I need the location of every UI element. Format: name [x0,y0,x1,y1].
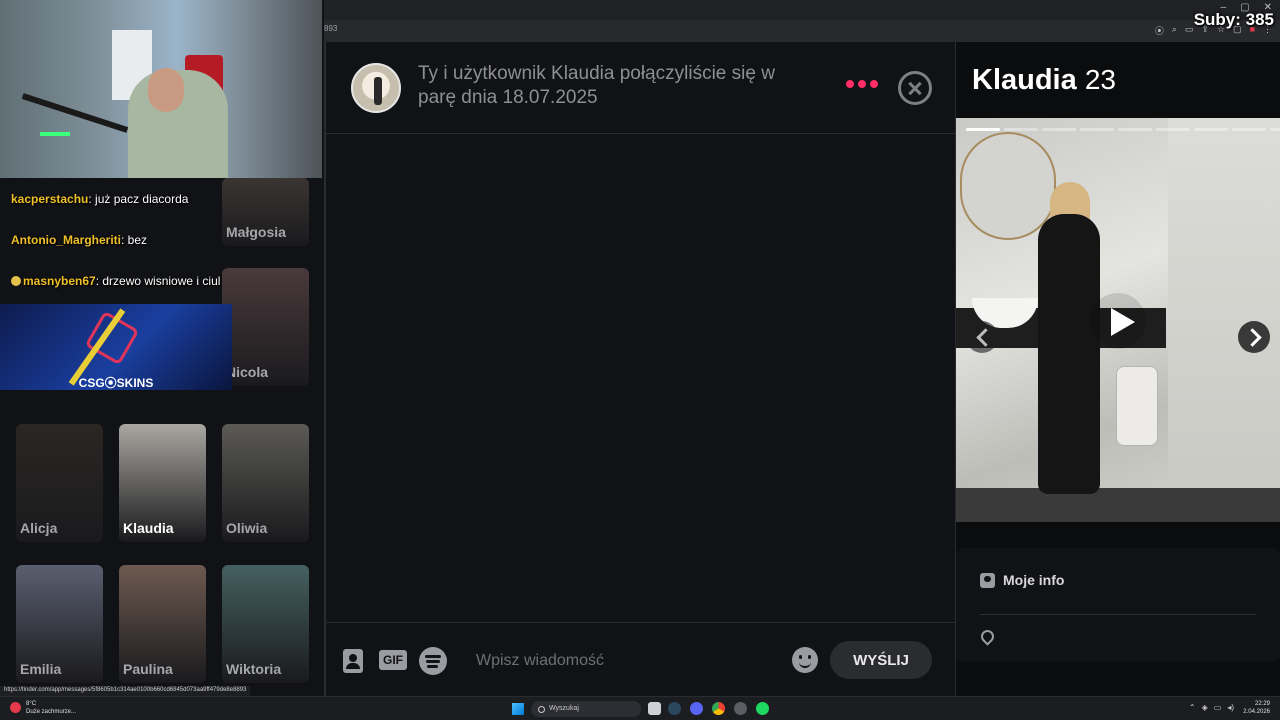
photo-progress-segment[interactable] [1042,128,1076,131]
match-card-name: Paulina [123,661,173,677]
match-card-name: Emilia [20,661,62,677]
photo-progress-segment[interactable] [1118,128,1152,131]
zoom-icon[interactable]: ⌕ [1172,24,1177,37]
message-input[interactable] [476,641,776,681]
app-icon[interactable] [734,702,747,715]
info-section-title: Moje info [1003,572,1065,588]
weather-desc: Duże zachmurze... [26,709,77,715]
sponsor-logo: CSG⦿SKINS [78,376,154,390]
weather-widget[interactable]: 8°C Duże zachmurze... [10,700,76,716]
send-button[interactable]: WYŚLIJ [830,641,932,679]
subscriber-counter: Suby: 385 [1193,10,1274,29]
photo-progress-segment[interactable] [1270,128,1280,131]
stream-chat-text: : drzewo wisniowe i ciul [95,274,221,288]
location-icon[interactable]: ⦿ [1155,24,1164,37]
weather-temp: 8°C [26,701,37,707]
emoji-icon[interactable] [792,647,818,673]
windows-taskbar: 8°C Duże zachmurze... Wyszukaj ⌃ ◈ ▭ ◂) … [0,696,1280,720]
match-info-text: Ty i użytkownik Klaudia połączyliście si… [418,63,775,108]
profile-name: Klaudia [972,64,1077,96]
match-card[interactable]: Klaudia [119,424,206,542]
spotify-icon[interactable] [419,647,447,675]
profile-photo[interactable] [956,118,1280,522]
steam-icon[interactable] [668,702,681,715]
stream-chat-username: kacperstachu [11,192,89,206]
weather-icon [10,702,21,713]
match-card-name: Alicja [20,520,58,536]
stream-chat-message: masnyben67: drzewo wisniowe i ciul [11,274,220,288]
message-composer: GIF WYŚLIJ [326,622,956,696]
profile-header: Klaudia 23 [972,64,1116,97]
sponsor-banner: CSG⦿SKINS [0,304,232,390]
stream-chat-text: : bez [121,233,148,247]
more-options-icon[interactable] [846,80,878,88]
match-card-name: Oliwia [226,520,268,536]
profile-info-card: Moje info [956,548,1280,662]
info-section-header: Moje info [980,572,1064,588]
match-card[interactable]: Małgosia [222,178,309,246]
clock-date: 2.04.2026 [1243,709,1270,715]
address-bar[interactable] [322,20,1280,42]
match-card[interactable]: Paulina [119,565,206,683]
taskbar-search[interactable]: Wyszukaj [531,701,641,717]
tray-chevron-icon[interactable]: ⌃ [1189,703,1196,712]
status-bar-url: https://tinder.com/app/messages/5f8605b1… [0,686,251,696]
match-card-name: Małgosia [226,224,286,240]
address-url[interactable]: 893 [324,24,337,33]
system-tray: ⌃ ◈ ▭ ◂) [1189,703,1234,712]
profile-age: 23 [1084,64,1116,95]
match-card[interactable]: Alicja [16,424,103,542]
photo-progress-segment[interactable] [1080,128,1114,131]
match-card-name: Nicola [226,364,269,380]
clock-time: 22:29 [1254,701,1270,707]
match-card[interactable]: Oliwia [222,424,309,542]
chat-badge-icon [11,276,21,286]
match-card[interactable]: Nicola [222,268,309,386]
cast-icon[interactable]: ▭ [1185,24,1194,37]
webcam-overlay [0,0,322,178]
match-card-name: Klaudia [123,520,174,536]
chrome-icon[interactable] [712,702,725,715]
matches-sidebar: Małgosia Nicola Alicja Klaudia Oliwia Emilia P… [0,0,324,696]
network-icon[interactable]: ▭ [1214,703,1222,712]
contact-card-icon[interactable] [343,649,363,673]
tray-app-icon[interactable]: ◈ [1202,703,1208,712]
task-view-icon[interactable] [648,702,661,715]
stream-chat-message: kacperstachu: już pacz diacorda [11,192,188,206]
profile-panel: Klaudia 23 Moje info [956,42,1280,696]
divider [980,614,1256,615]
match-card[interactable]: Emilia [16,565,103,683]
close-chat-icon[interactable] [898,71,932,105]
photo-progress-segment[interactable] [1004,128,1038,131]
profile-info-icon [980,572,995,588]
gif-icon[interactable]: GIF [379,650,407,670]
match-card-name: Wiktoria [226,661,282,677]
windows-start-icon[interactable] [512,703,524,715]
play-video-icon[interactable] [1090,293,1146,349]
photo-progress-segment[interactable] [1194,128,1228,131]
browser-toolbar: 893 ⦿ ⌕ ▭ ⇪ ☆ ▢ ■ ⋮ [322,0,1280,42]
volume-icon[interactable]: ◂) [1227,703,1234,712]
stream-chat-username: Antonio_Margheriti [11,233,121,247]
previous-photo-icon[interactable] [966,321,998,353]
discord-icon[interactable] [690,702,703,715]
stream-chat-text: : już pacz diacorda [88,192,189,206]
photo-progress-segment[interactable] [1232,128,1266,131]
next-photo-icon[interactable] [1238,321,1270,353]
match-card[interactable]: Wiktoria [222,565,309,683]
photo-progress-segment[interactable] [1156,128,1190,131]
photo-progress-segment[interactable] [966,128,1000,131]
stream-chat-username: masnyben67 [23,274,96,288]
stream-chat-message: Antonio_Margheriti: bez [11,233,147,247]
location-pin-icon [978,627,997,646]
match-avatar[interactable] [351,63,401,113]
taskbar-clock[interactable]: 22:29 2.04.2026 [1243,700,1270,716]
chat-header: Ty i użytkownik Klaudia połączyliście si… [326,42,956,134]
spotify-taskbar-icon[interactable] [756,702,769,715]
chat-panel: Ty i użytkownik Klaudia połączyliście si… [324,42,956,696]
